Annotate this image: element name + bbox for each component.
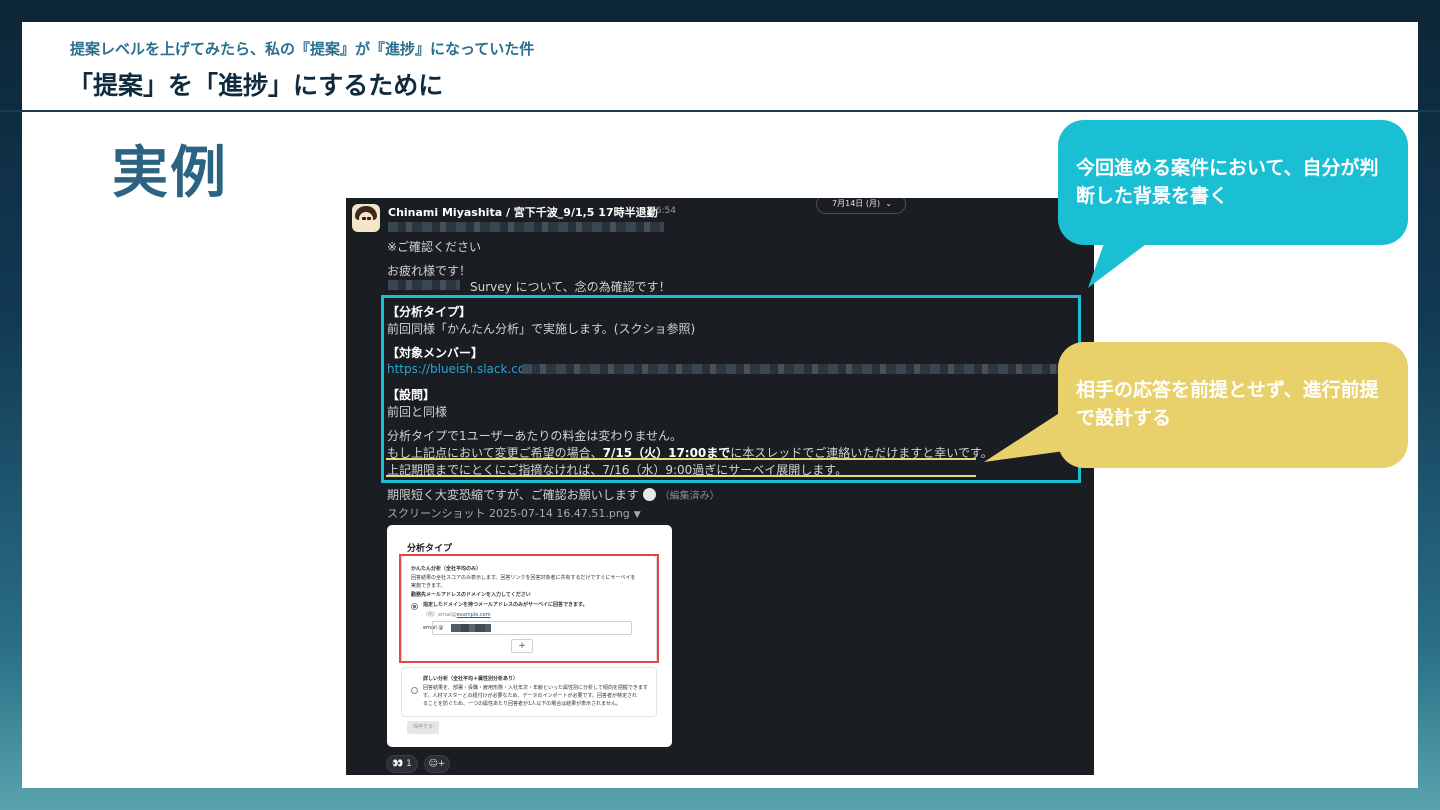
chevron-down-icon: ▼ (633, 510, 641, 520)
eyes-reaction[interactable]: 👀 1 (386, 755, 418, 773)
add-reaction-icon[interactable]: ☺+ (424, 755, 450, 773)
screenshot-preview[interactable]: 分析タイプ かんたん分析（全社平均のみ） 回答結果の全社スコアのみ表示します。回… (387, 525, 672, 747)
option2-desc: ることを防ぐため、一つの属性あたり回答者が1人以下の場合は結果が表示されません。 (423, 701, 622, 707)
date-label: 7月14日 (月) (832, 199, 881, 208)
radio-detailed[interactable] (411, 687, 418, 694)
domain-example-link: example.com (456, 612, 491, 618)
option1-desc: 回答結果の全社スコアのみ表示します。回答リンクを回答対象者に共有するだけですぐに… (411, 575, 636, 581)
edited-label: （編集済み） (659, 491, 720, 502)
add-domain-button[interactable]: + (511, 639, 533, 653)
option2-desc: 回答結果を、部署・役職・雇用形態・入社年次・年齢といった属性別に分析して傾向を把… (423, 685, 648, 691)
slack-message-screenshot: Chinami Miyashita / 宮下千波_9/1,5 17時半退勤 16… (346, 198, 1094, 775)
date-divider-pill[interactable]: 7月14日 (月) ⌄ (816, 198, 906, 214)
save-button[interactable]: 保存する (407, 721, 439, 734)
option2-title: 詳しい分析（全社平均＋属性別分析あり） (423, 676, 519, 682)
avatar-eye-left (362, 217, 366, 220)
option1-title: かんたん分析（全社平均のみ） (411, 566, 482, 572)
domain-desc: 指定したドメインを持つメールアドレスのみがサーベイに回答できます。 (423, 602, 588, 608)
callout-premise-note: 相手の応答を前提とせず、進行前提で設計する (1058, 342, 1408, 468)
sender-name[interactable]: Chinami Miyashita / 宮下千波_9/1,5 17時半退勤 (388, 204, 658, 220)
slide-subtitle: 提案レベルを上げてみたら、私の『提案』が『進捗』になっていた件 (70, 40, 535, 58)
slide-title: 「提案」を「進捗」にするために (68, 71, 444, 100)
closing-text: 期限短く大変恐縮ですが、ご確認お願いします (387, 488, 639, 502)
avatar[interactable] (352, 204, 380, 232)
attachment-title[interactable]: スクリーンショット 2025-07-14 16.47.51.png ▼ (387, 505, 641, 521)
option2-desc: す。人材マスターとの紐付けが必要なため、データのインポートが必要です。回答者が特… (423, 693, 637, 699)
callout-background-note: 今回進める案件において、自分が判断した背景を書く (1058, 120, 1408, 245)
avatar-eye-right (367, 217, 371, 220)
section-title: 実例 (112, 141, 228, 206)
highlight-underline (386, 458, 976, 460)
radio-simple[interactable] (411, 603, 418, 610)
highlight-underline (386, 475, 976, 477)
message-line-closing: 期限短く大変恐縮ですが、ご確認お願いします （編集済み） (387, 486, 720, 503)
highlight-box (381, 295, 1081, 483)
message-line: お疲れ様です！ (387, 264, 472, 278)
header-divider (0, 110, 1440, 112)
bow-emoji-icon (642, 488, 656, 501)
attachment-name: スクリーンショット 2025-07-14 16.47.51.png (387, 507, 630, 520)
chevron-down-icon: ⌄ (885, 199, 892, 208)
callout-tail-teal (1088, 238, 1154, 288)
domain-example: （例）email@example.com (423, 611, 491, 618)
domain-example-pre: （例）email@ (423, 612, 457, 618)
domain-label: 勤務先メールアドレスのドメインを入力してください (411, 592, 531, 598)
option1-desc: 実施できます。 (411, 583, 446, 589)
message-timestamp[interactable]: 16:54 (650, 206, 676, 216)
message-line: ※ご確認ください (387, 240, 482, 254)
message-line: Survey について、念の為確認です！ (470, 280, 671, 294)
redacted-text (451, 624, 491, 632)
redacted-text (388, 280, 460, 290)
redacted-text (388, 222, 664, 232)
preview-title: 分析タイプ (407, 544, 453, 554)
